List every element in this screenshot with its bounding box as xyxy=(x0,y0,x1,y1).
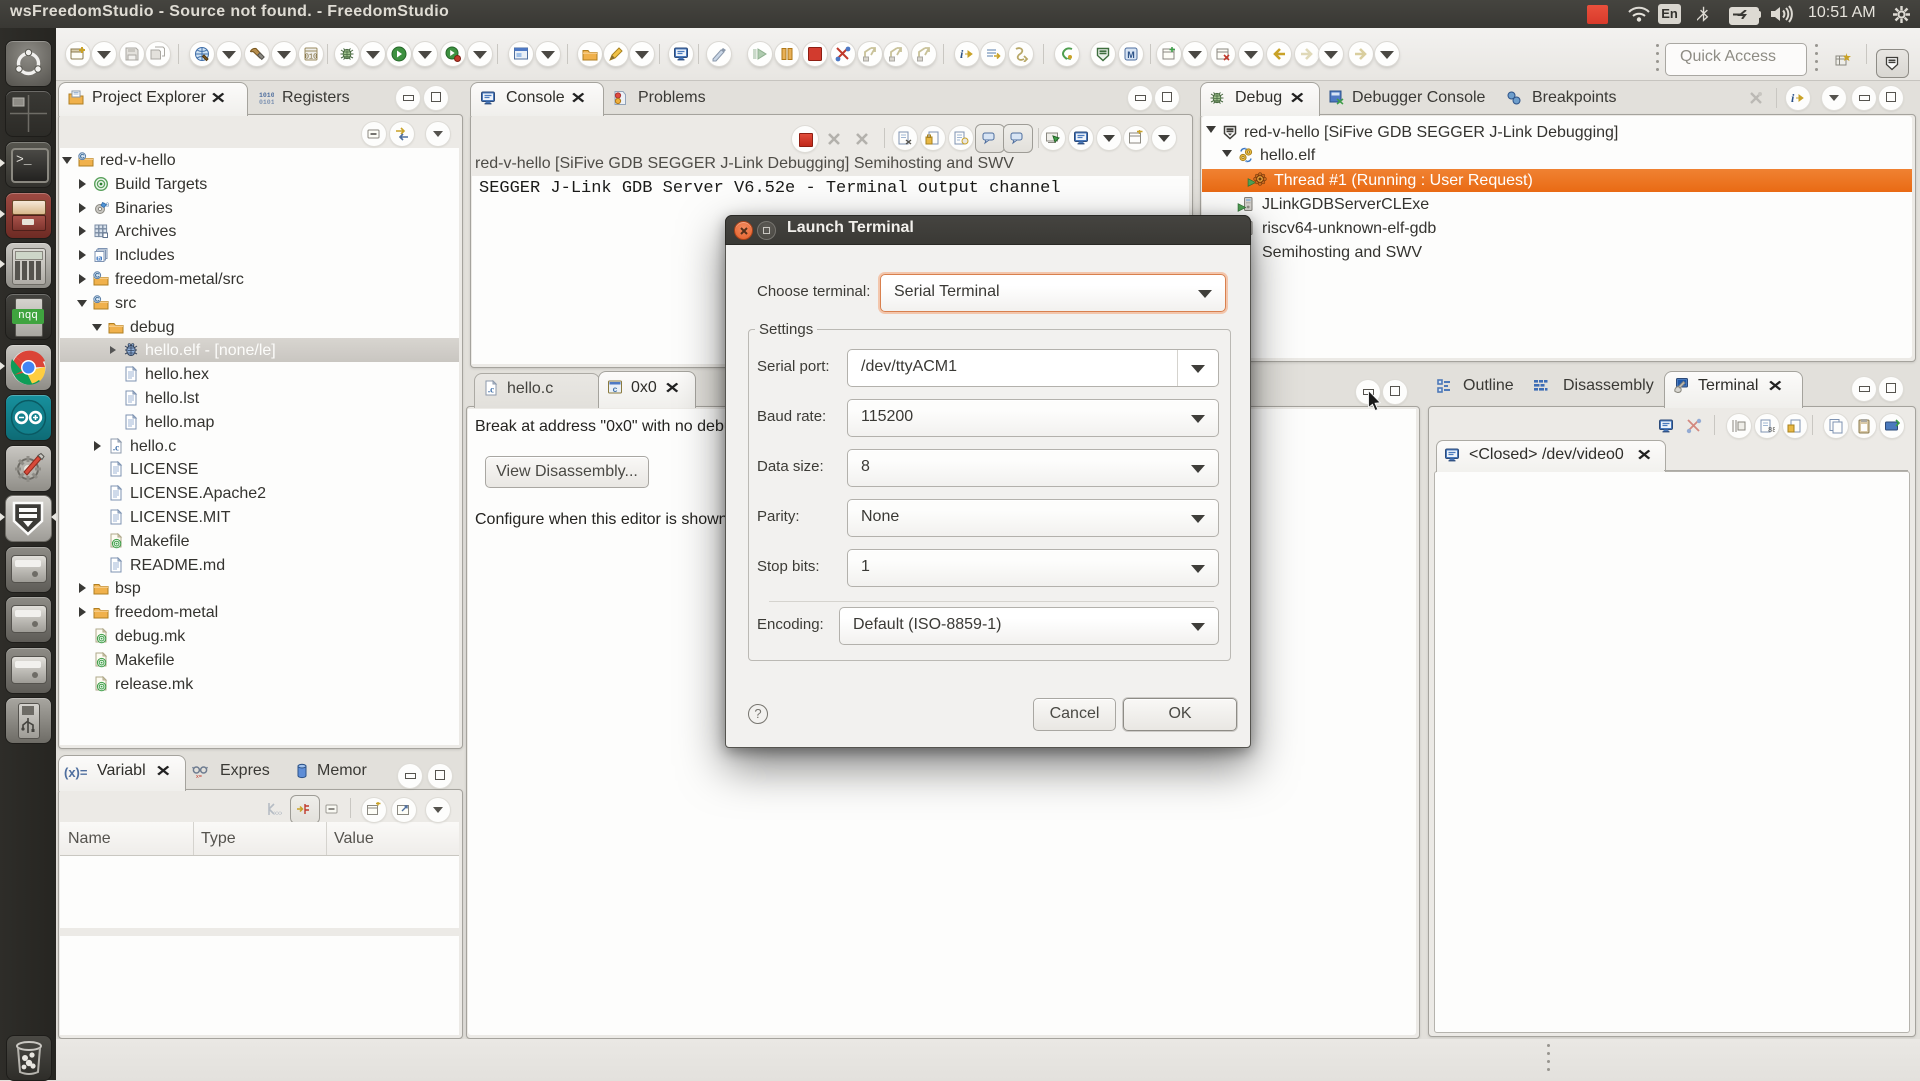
svg-text:c: c xyxy=(612,385,617,395)
svg-text:i: i xyxy=(960,47,964,61)
svg-text:i: i xyxy=(1791,91,1795,105)
svg-text:88: 88 xyxy=(1768,427,1775,434)
svg-text:M: M xyxy=(1127,50,1135,60)
svg-text:xxx: xxx xyxy=(274,811,282,817)
svg-text:010: 010 xyxy=(305,54,318,62)
